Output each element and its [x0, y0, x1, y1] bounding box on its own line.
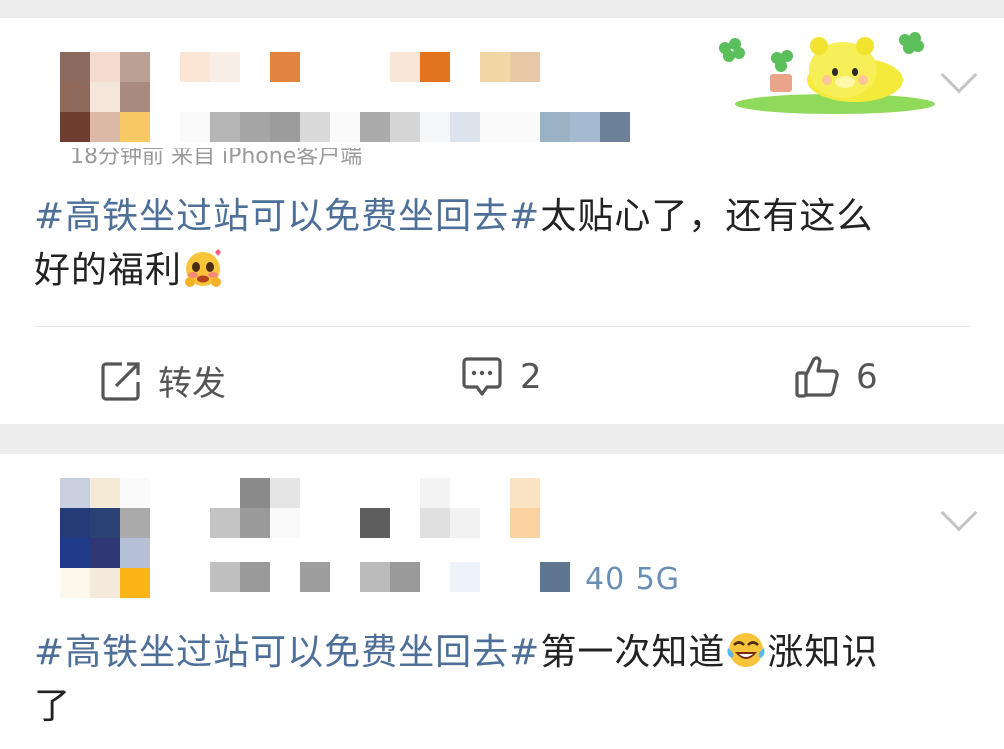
avatar[interactable] [60, 478, 150, 598]
post-text: 太贴心了，还有这么 [540, 196, 874, 237]
like-button[interactable]: 6 [794, 354, 878, 400]
like-count: 6 [856, 357, 878, 397]
comment-icon [462, 357, 502, 396]
username[interactable] [210, 478, 540, 538]
avatar[interactable] [60, 52, 150, 142]
repost-icon [101, 361, 140, 401]
post-text-line2: 了 [34, 686, 72, 727]
blushing-face-emoji [185, 249, 222, 287]
yellow-bear-sticker [719, 32, 935, 114]
chevron-down-icon [940, 56, 978, 94]
post-content: #高铁坐过站可以免费坐回去#太贴心了，还有这么 好的福利 [34, 190, 964, 298]
comment-button[interactable]: 2 [460, 356, 542, 398]
post-text-line2: 好的福利 [34, 250, 183, 291]
post-text-tail: 涨知识 [767, 632, 879, 673]
hashtag-link[interactable]: #高铁坐过站可以免费坐回去# [34, 196, 540, 237]
user-badge-row [210, 562, 570, 592]
post-meta: 18分钟前 来自 iPhone客户端 [70, 148, 363, 166]
post-content: #高铁坐过站可以免费坐回去#第一次知道 涨知识 了 [34, 626, 964, 734]
user-badge-row [180, 112, 630, 142]
post-meta: 40 5G [585, 562, 681, 597]
repost-label: 转发 [158, 364, 226, 404]
post-card: 40 5G #高铁坐过站可以免费坐回去#第一次知道 涨知识 了 [0, 454, 1004, 749]
divider [34, 326, 970, 327]
comment-count: 2 [520, 357, 542, 397]
repost-button[interactable]: 转发 [100, 356, 226, 405]
hashtag-link[interactable]: #高铁坐过站可以免费坐回去# [34, 632, 540, 673]
chevron-down-icon [940, 494, 978, 532]
laughing-tears-emoji [727, 633, 765, 667]
thumbs-up-icon [795, 356, 839, 398]
more-options-button[interactable] [934, 494, 984, 546]
more-options-button[interactable] [934, 56, 984, 108]
post-card: 18分钟前 来自 iPhone客户端 #高铁坐过站可以免费坐回去#太贴心了，还有… [0, 18, 1004, 424]
username[interactable] [180, 52, 540, 82]
post-text: 第一次知道 [540, 632, 726, 673]
